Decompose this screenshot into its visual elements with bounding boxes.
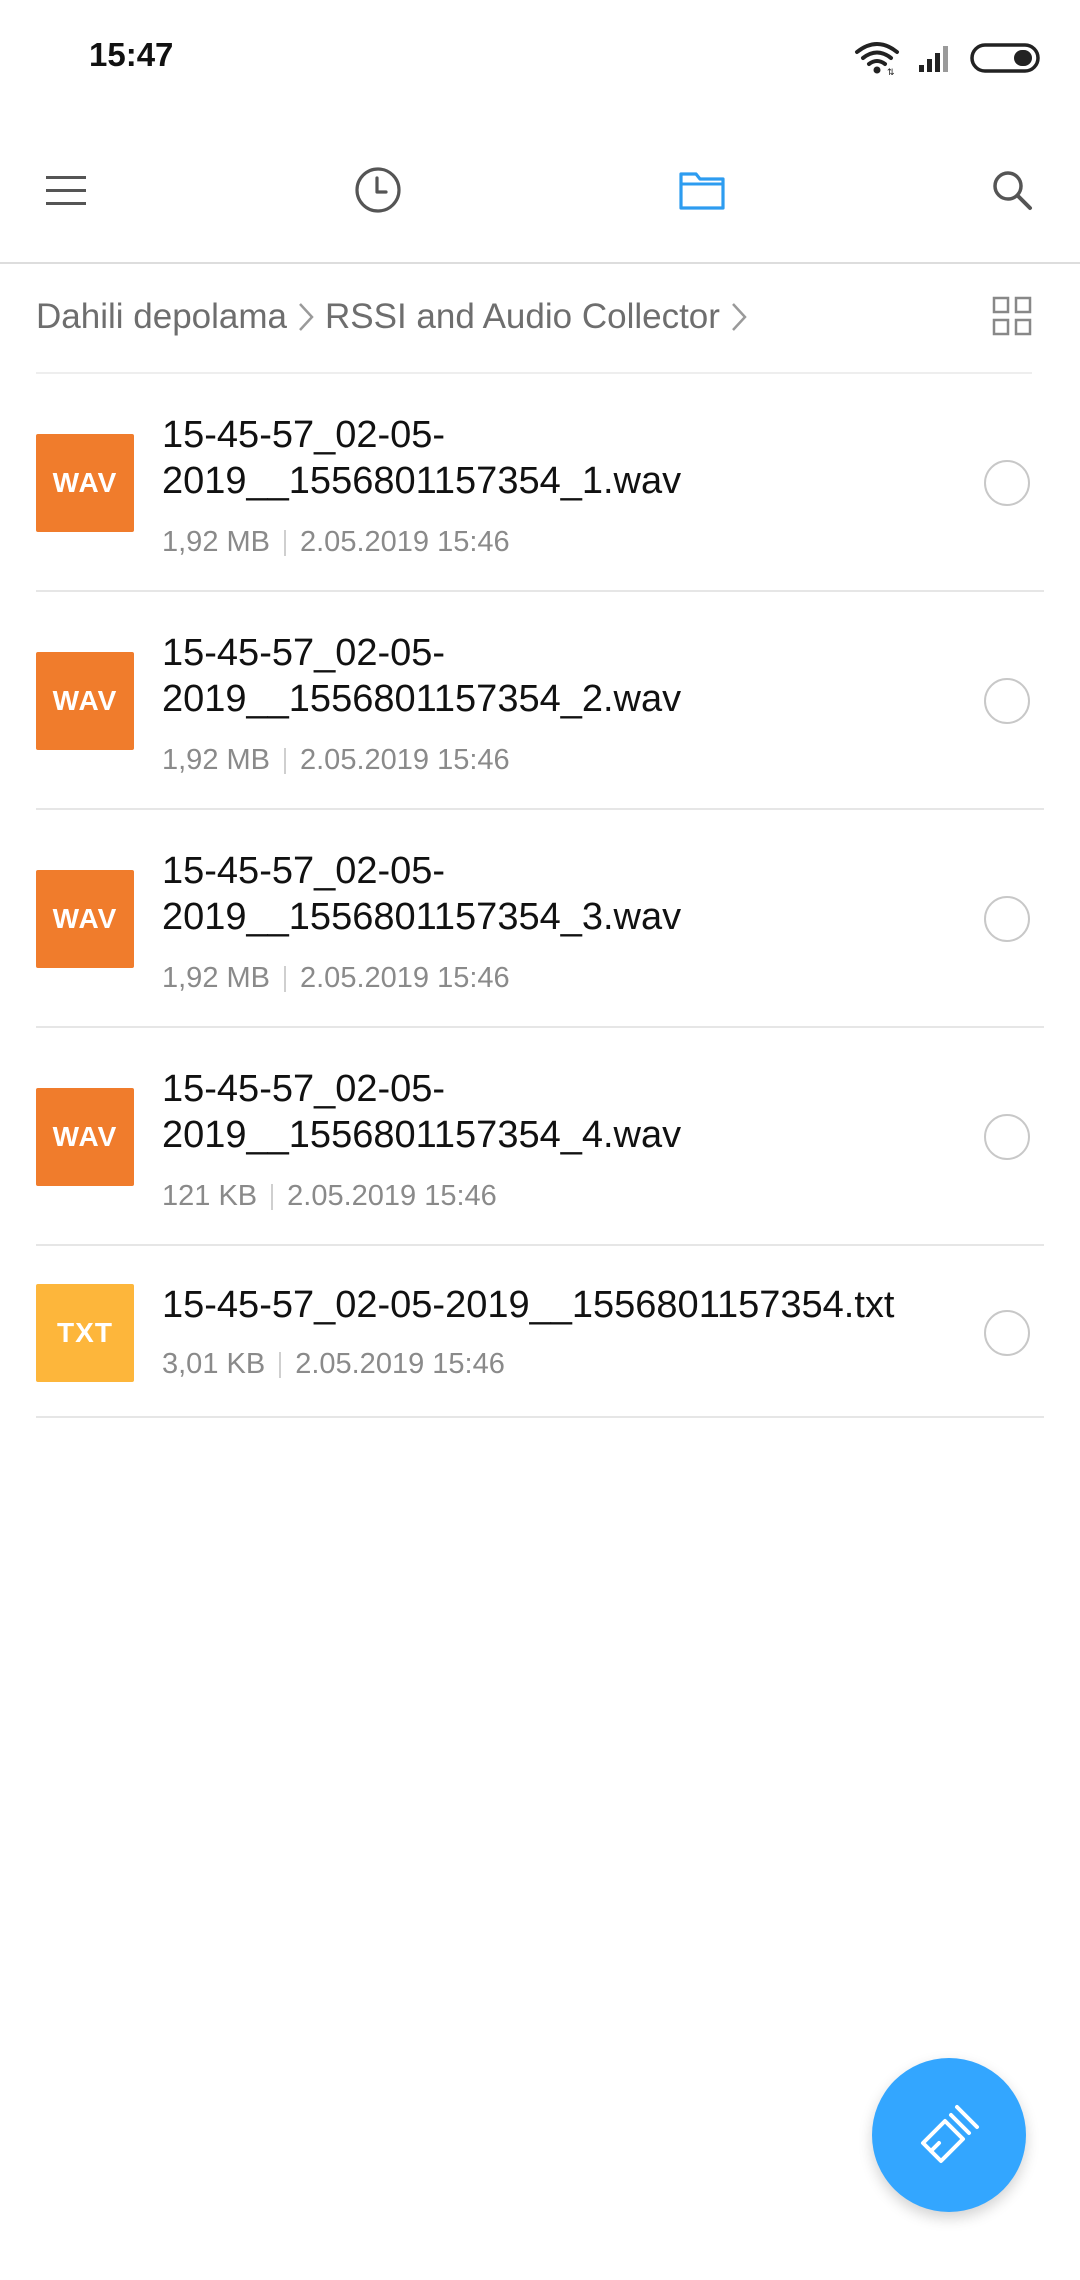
search-button[interactable] xyxy=(980,158,1044,222)
wav-file-icon: WAV xyxy=(36,434,134,532)
file-size: 3,01 KB xyxy=(162,1348,266,1380)
meta-separator xyxy=(279,1351,282,1378)
breadcrumb-item-current-folder[interactable]: RSSI and Audio Collector xyxy=(325,297,720,337)
file-date: 2.05.2019 15:46 xyxy=(287,1180,497,1212)
file-meta: 1,92 MB 2.05.2019 15:46 xyxy=(162,744,510,777)
file-row[interactable]: WAV 15-45-57_02-05- 2019__1556801157354_… xyxy=(0,810,1080,1028)
top-toolbar xyxy=(0,118,1080,264)
divider xyxy=(36,1416,1044,1418)
txt-file-icon: TXT xyxy=(36,1284,134,1382)
meta-separator xyxy=(284,965,286,992)
file-size: 121 KB xyxy=(162,1180,258,1212)
wav-file-icon: WAV xyxy=(36,652,134,750)
wav-file-icon: WAV xyxy=(36,870,134,968)
wifi-icon: ⇅ xyxy=(855,42,899,75)
status-time: 15:47 xyxy=(89,36,174,73)
select-checkbox[interactable] xyxy=(984,896,1030,942)
file-date: 2.05.2019 15:46 xyxy=(300,744,510,776)
grid-view-button[interactable] xyxy=(992,296,1032,336)
chevron-right-icon xyxy=(297,301,315,333)
file-row[interactable]: WAV 15-45-57_02-05- 2019__1556801157354_… xyxy=(0,1028,1080,1246)
breadcrumb-item-internal-storage[interactable]: Dahili depolama xyxy=(36,297,287,337)
meta-separator xyxy=(284,529,286,556)
file-list: WAV 15-45-57_02-05- 2019__1556801157354_… xyxy=(0,374,1080,1418)
select-checkbox[interactable] xyxy=(984,1310,1030,1356)
grid-view-icon xyxy=(992,296,1032,336)
file-meta: 121 KB 2.05.2019 15:46 xyxy=(162,1180,497,1213)
menu-button[interactable] xyxy=(34,158,98,222)
file-name-line: 15-45-57_02-05- xyxy=(162,414,446,456)
status-bar: 15:47 ⇅ xyxy=(0,0,1080,118)
status-icons: ⇅ xyxy=(854,38,1040,78)
file-name: 15-45-57_02-05- 2019__1556801157354_3.wa… xyxy=(162,848,962,940)
breadcrumb: Dahili depolama RSSI and Audio Collector xyxy=(36,262,1036,372)
file-row[interactable]: WAV 15-45-57_02-05- 2019__1556801157354_… xyxy=(0,592,1080,810)
file-name-line: 15-45-57_02-05- xyxy=(162,632,446,674)
file-name-line: 2019__1556801157354_2.wav xyxy=(162,678,682,720)
file-row[interactable]: WAV 15-45-57_02-05- 2019__1556801157354_… xyxy=(0,374,1080,592)
meta-separator xyxy=(271,1183,274,1210)
search-icon xyxy=(993,171,1032,210)
file-meta: 1,92 MB 2.05.2019 15:46 xyxy=(162,526,510,559)
file-meta: 3,01 KB 2.05.2019 15:46 xyxy=(162,1348,505,1381)
file-date: 2.05.2019 15:46 xyxy=(295,1348,505,1380)
clean-button[interactable] xyxy=(872,2058,1026,2212)
files-tab[interactable] xyxy=(670,158,734,222)
file-name-line: 2019__1556801157354_3.wav xyxy=(162,896,682,938)
signal-icon xyxy=(919,46,948,72)
select-checkbox[interactable] xyxy=(984,460,1030,506)
file-name-line: 2019__1556801157354_1.wav xyxy=(162,460,682,502)
file-name: 15-45-57_02-05-2019__1556801157354.txt xyxy=(162,1282,962,1328)
file-name: 15-45-57_02-05- 2019__1556801157354_2.wa… xyxy=(162,630,962,722)
file-row[interactable]: TXT 15-45-57_02-05-2019__1556801157354.t… xyxy=(0,1246,1080,1418)
file-name-line: 15-45-57_02-05-2019__1556801157354.txt xyxy=(162,1284,895,1326)
file-name: 15-45-57_02-05- 2019__1556801157354_4.wa… xyxy=(162,1066,962,1158)
meta-separator xyxy=(284,747,286,774)
svg-text:⇅: ⇅ xyxy=(887,68,895,75)
recent-tab[interactable] xyxy=(346,158,410,222)
file-size: 1,92 MB xyxy=(162,744,270,776)
file-date: 2.05.2019 15:46 xyxy=(300,526,510,558)
file-name-line: 15-45-57_02-05- xyxy=(162,1068,446,1110)
chevron-right-icon xyxy=(730,301,748,333)
file-size: 1,92 MB xyxy=(162,962,270,994)
select-checkbox[interactable] xyxy=(984,678,1030,724)
file-name: 15-45-57_02-05- 2019__1556801157354_1.wa… xyxy=(162,412,962,504)
wav-file-icon: WAV xyxy=(36,1088,134,1186)
battery-icon xyxy=(970,43,1040,73)
file-size: 1,92 MB xyxy=(162,526,270,558)
clean-brush-icon xyxy=(921,2105,979,2163)
menu-icon xyxy=(46,176,86,205)
recent-clock-icon xyxy=(355,167,401,213)
folder-icon xyxy=(679,172,725,210)
file-name-line: 2019__1556801157354_4.wav xyxy=(162,1114,682,1156)
file-meta: 1,92 MB 2.05.2019 15:46 xyxy=(162,962,510,995)
file-date: 2.05.2019 15:46 xyxy=(300,962,510,994)
select-checkbox[interactable] xyxy=(984,1114,1030,1160)
file-name-line: 15-45-57_02-05- xyxy=(162,850,446,892)
